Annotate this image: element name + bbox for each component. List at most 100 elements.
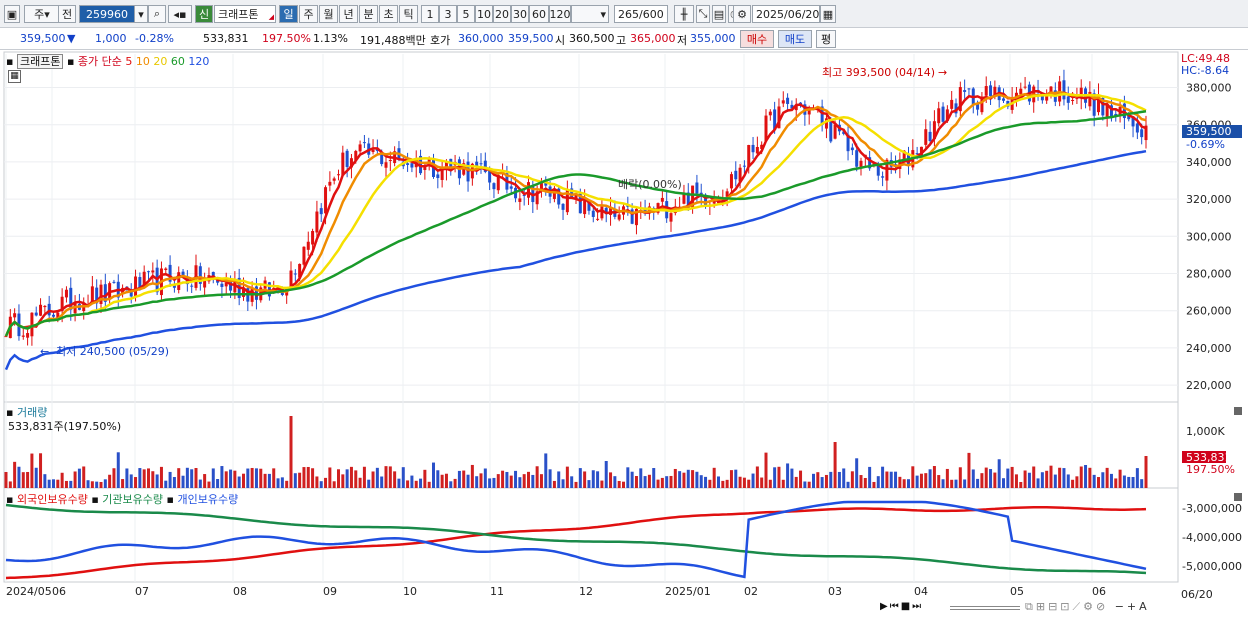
minus-icon[interactable]: − xyxy=(1115,600,1127,613)
period-week[interactable]: 주 xyxy=(299,5,318,23)
candle-body xyxy=(596,218,600,220)
gear-icon[interactable]: ⚙ xyxy=(1083,600,1096,613)
chevron-down-icon[interactable]: ▾ xyxy=(134,5,148,23)
forward-icon[interactable]: ⏭ xyxy=(912,601,923,612)
volume-bar xyxy=(164,480,168,488)
volume-bar xyxy=(794,476,798,488)
stock-chart[interactable]: 380,000360,000340,000320,000300,000280,0… xyxy=(0,50,1248,621)
price-legend: ▪ 크래프톤 ▪ 종가 단순 5 10 20 60 120 xyxy=(6,53,209,69)
volume-bar xyxy=(634,475,638,488)
period-year[interactable]: 년 xyxy=(339,5,358,23)
count-field[interactable]: 265/600 xyxy=(614,5,668,23)
volume-bar xyxy=(937,475,941,488)
volume-bar xyxy=(1040,472,1044,488)
window-menu-icon[interactable]: ▣ xyxy=(4,5,20,23)
volume-bar xyxy=(989,469,993,488)
volume-bar xyxy=(298,472,302,488)
sell-button[interactable]: 매도 xyxy=(778,30,812,48)
volume-bar xyxy=(1023,470,1027,488)
eval-button[interactable]: 평 xyxy=(816,30,836,48)
stock-code-input[interactable]: 259960 xyxy=(79,5,135,23)
interval-10[interactable]: 10 xyxy=(475,5,493,23)
interval-60[interactable]: 60 xyxy=(529,5,549,23)
search-icon[interactable]: ⌕ xyxy=(148,5,166,23)
candle-body xyxy=(302,246,306,265)
rewind-icon[interactable]: ⏮ xyxy=(890,601,901,612)
volume-bar xyxy=(522,474,526,488)
tool-icons[interactable]: ⧉⊞⊟⊡⟋⚙⊘ −+A xyxy=(1025,600,1150,614)
volume-bar xyxy=(250,467,254,488)
volume-bar xyxy=(591,470,595,488)
x-axis-ticks: 2024/05 06 07 08 09 10 11 12 2025/01 02 03 04 05 06 xyxy=(6,585,1106,598)
interval-30[interactable]: 30 xyxy=(511,5,529,23)
font-size-icon[interactable]: A xyxy=(1139,600,1150,613)
plus-icon[interactable]: + xyxy=(1127,600,1139,613)
price-y-tick: 220,000 xyxy=(1186,379,1232,392)
interval-5[interactable]: 5 xyxy=(457,5,475,23)
candle-type-icon[interactable]: ╫ xyxy=(674,5,694,23)
volume-bar xyxy=(1058,467,1062,488)
prev-label: 전 xyxy=(61,8,73,21)
ask-price: 360,000 xyxy=(458,32,504,45)
volume-bar xyxy=(90,481,94,488)
candle-body xyxy=(509,186,513,189)
period-tick[interactable]: 틱 xyxy=(399,5,418,23)
candle-body xyxy=(768,111,772,116)
holding-legend: ▪ 외국인보유수량 ▪ 기관보유수량 ▪ 개인보유수량 xyxy=(6,491,238,507)
candle-body xyxy=(1002,98,1005,101)
volume-bar xyxy=(881,466,885,488)
count-total: /600 xyxy=(639,7,664,21)
interval-1[interactable]: 1 xyxy=(421,5,439,23)
price-panel-title[interactable]: 크래프톤 xyxy=(16,54,64,69)
x-axis-label: 06 xyxy=(1092,585,1106,598)
buy-button[interactable]: 매수 xyxy=(740,30,774,48)
candle-body xyxy=(371,149,375,153)
interval-3[interactable]: 3 xyxy=(439,5,457,23)
draw-tool-icon[interactable]: ⤡ xyxy=(696,5,710,23)
buy-label: 매수 xyxy=(746,33,768,46)
individual-holding-label: 개인보유수량 xyxy=(177,493,239,506)
date-field[interactable]: 2025/06/20 xyxy=(752,5,820,23)
volume-bar xyxy=(639,468,643,488)
volume-bar xyxy=(699,475,703,488)
copy-icon[interactable]: ⧉ xyxy=(1025,600,1036,613)
zoom-icon[interactable]: ⊘ xyxy=(1096,600,1108,613)
interval-20[interactable]: 20 xyxy=(493,5,511,23)
speaker-icon[interactable]: ◂▪ xyxy=(168,5,192,23)
volume-bar xyxy=(1084,464,1088,488)
period-month[interactable]: 월 xyxy=(319,5,338,23)
period-day[interactable]: 일 xyxy=(279,5,298,23)
candle-body xyxy=(1023,86,1027,88)
scroll-right-icon[interactable]: ▶ xyxy=(880,601,890,612)
volume-bar xyxy=(203,474,207,488)
down-triangle-icon: ▼ xyxy=(67,32,76,45)
volume-bar xyxy=(984,467,988,488)
volume-bar xyxy=(121,479,125,488)
stop-icon[interactable]: ■ xyxy=(901,601,912,612)
scroll-controls[interactable]: ▶⏮■⏭ xyxy=(880,601,923,612)
volume-bar xyxy=(319,481,323,488)
gear-icon[interactable]: ⚙ xyxy=(733,5,751,23)
draw-icon[interactable]: ⟋ xyxy=(1073,600,1084,613)
candle-body xyxy=(617,214,621,220)
zoom-slider[interactable] xyxy=(950,606,1020,610)
volume-bar xyxy=(669,475,673,488)
save-icon[interactable]: ▤ xyxy=(712,5,726,23)
interval-120[interactable]: 120 xyxy=(549,5,571,23)
interval-select[interactable]: ▾ xyxy=(571,5,609,23)
grid-toggle-icon[interactable]: ▦ xyxy=(8,70,21,83)
chart-area[interactable]: 380,000360,000340,000320,000300,000280,0… xyxy=(0,50,1248,621)
tool-icon[interactable]: ⊡ xyxy=(1060,600,1072,613)
candle-body xyxy=(43,305,47,308)
volume-bar xyxy=(630,471,634,488)
calendar-icon[interactable]: ▦ xyxy=(820,5,836,23)
layout-icon[interactable]: ⊞ xyxy=(1036,600,1048,613)
sell-label: 매도 xyxy=(784,33,806,46)
volume-bar xyxy=(349,466,353,488)
prev-button[interactable]: 전 xyxy=(58,5,76,23)
market-select[interactable]: 주 ▾ xyxy=(24,5,60,23)
period-second[interactable]: 초 xyxy=(379,5,398,23)
period-minute[interactable]: 분 xyxy=(359,5,378,23)
chart-icon[interactable]: ⊟ xyxy=(1048,600,1060,613)
stock-name-field[interactable]: 크래프톤 ◢ xyxy=(214,5,276,23)
